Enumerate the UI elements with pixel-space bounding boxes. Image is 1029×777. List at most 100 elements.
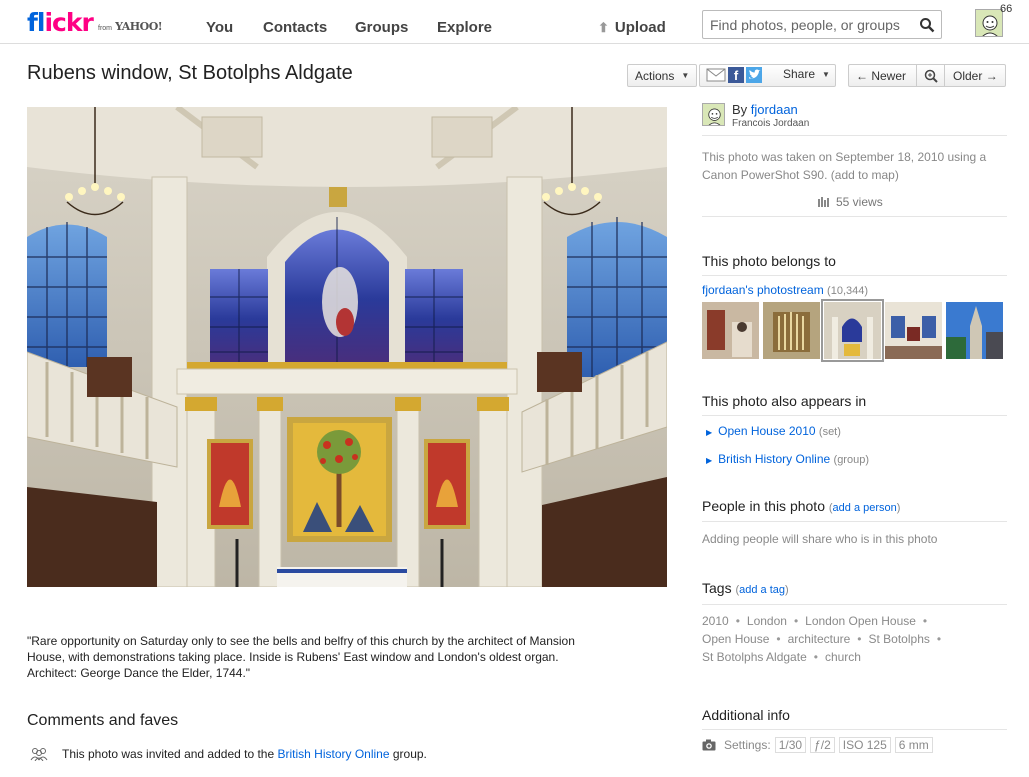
owner-username-link[interactable]: fjordaan — [751, 102, 798, 117]
older-button[interactable]: Older → — [945, 65, 998, 86]
camera-icon — [702, 739, 716, 751]
owner-byline: By fjordaan — [732, 102, 798, 117]
taken-date[interactable]: September 18, 2010 — [835, 150, 944, 164]
people-note: Adding people will share who is in this … — [702, 532, 938, 546]
newer-button[interactable]: ← Newer — [849, 65, 917, 86]
arrow-right-icon: → — [985, 68, 998, 83]
chevron-down-icon: ▼ — [681, 71, 690, 80]
main-photo[interactable] — [27, 107, 667, 587]
divider — [702, 275, 1007, 276]
taken-info: This photo was taken on September 18, 20… — [702, 148, 1007, 184]
camera-settings: Settings: 1/30 ƒ/2 ISO 125 6 mm — [702, 737, 933, 753]
tag-list: 2010 • London • London Open House • Open Hous… — [702, 614, 942, 664]
tags-heading-row: Tags (add a tag) — [702, 580, 789, 596]
group-icon — [30, 748, 48, 761]
people-heading: People in this photo — [702, 498, 825, 514]
flickr-logo[interactable]: flickr — [27, 8, 94, 37]
nav-you[interactable]: You — [206, 19, 233, 36]
share-label: Share — [783, 67, 816, 81]
nav-contacts[interactable]: Contacts — [263, 19, 327, 36]
newer-label: Newer — [871, 68, 907, 83]
divider — [702, 135, 1007, 136]
nav-groups[interactable]: Groups — [355, 19, 408, 36]
group-link[interactable]: British History Online — [277, 747, 389, 761]
tag-item[interactable]: London — [747, 614, 787, 628]
photostream-link[interactable]: fjordaan's photostream — [702, 283, 824, 297]
divider — [702, 521, 1007, 522]
arrow-left-icon: ← — [856, 68, 868, 83]
yahoo-brand: from YAHOO! — [98, 20, 163, 33]
owner-realname: Francois Jordaan — [732, 118, 810, 129]
invite-suffix: group. — [389, 747, 427, 761]
shutter-value: 1/30 — [774, 737, 807, 753]
zoom-icon — [924, 69, 938, 83]
group-type: (group) — [833, 454, 869, 466]
upload-arrow-icon: ⬆ — [598, 19, 609, 35]
search-input[interactable] — [710, 17, 910, 33]
people-heading-row: People in this photo (add a person) — [702, 498, 901, 514]
taken-end: ) — [894, 168, 899, 182]
group-link[interactable]: British History Online — [718, 452, 830, 466]
photo-description: "Rare opportunity on Saturday only to se… — [27, 634, 575, 680]
iso-value: ISO 125 — [838, 737, 891, 753]
email-icon[interactable] — [706, 67, 726, 83]
actions-menu-button[interactable]: Actions ▼ — [627, 64, 698, 87]
upload-label: Upload — [614, 19, 666, 36]
comments-heading: Comments and faves — [27, 712, 179, 729]
tag-item[interactable]: St Botolphs — [869, 632, 930, 646]
appears-heading: This photo also appears in — [702, 393, 867, 409]
taken-middle: using a — [944, 150, 987, 164]
views-icon — [818, 197, 829, 207]
view-count: 55 views — [818, 195, 883, 209]
chevron-down-icon: ▼ — [822, 69, 830, 79]
tag-item[interactable]: church — [825, 650, 861, 664]
taken-prefix: This photo was taken on — [702, 150, 836, 164]
add-to-map-link[interactable]: add to map — [835, 168, 895, 182]
tag-item[interactable]: architecture — [788, 632, 851, 646]
photostream-thumbnails — [702, 299, 1003, 362]
tag-item[interactable]: 2010 — [702, 614, 729, 628]
tag-item[interactable]: Open House — [702, 632, 769, 646]
additional-heading: Additional info — [702, 707, 790, 723]
facebook-icon[interactable]: f — [728, 67, 744, 83]
zoom-button[interactable] — [917, 65, 945, 86]
thumbnail[interactable] — [946, 302, 1003, 359]
owner-avatar[interactable] — [702, 103, 725, 126]
views-label: 55 views — [836, 195, 883, 209]
camera-link[interactable]: Canon PowerShot S90 — [702, 168, 824, 182]
share-icons: f — [706, 67, 762, 83]
older-label: Older — [953, 68, 983, 83]
upload-button[interactable]: ⬆ Upload — [598, 19, 666, 36]
group-invite-note: This photo was invited and added to the … — [30, 747, 427, 761]
set-item: ▶ Open House 2010 (set) — [706, 424, 841, 438]
settings-label: Settings: — [724, 738, 771, 752]
user-avatar[interactable] — [975, 9, 1003, 37]
taken-suffix: . ( — [824, 168, 835, 182]
nav-explore[interactable]: Explore — [437, 19, 492, 36]
thumbnail-current[interactable] — [821, 299, 884, 362]
belongs-heading: This photo belongs to — [702, 253, 836, 269]
top-navigation: flickr from YAHOO! You Contacts Groups E… — [0, 0, 1029, 44]
thumbnail[interactable] — [702, 302, 759, 359]
triangle-right-icon: ▶ — [706, 428, 713, 437]
divider — [702, 216, 1007, 217]
focal-value: 6 mm — [894, 737, 933, 753]
tag-item[interactable]: St Botolphs Aldgate — [702, 650, 807, 664]
by-label: By — [732, 102, 748, 117]
divider — [702, 604, 1007, 605]
thumbnail[interactable] — [885, 302, 942, 359]
add-person-link[interactable]: add a person — [833, 502, 897, 514]
group-item: ▶ British History Online (group) — [706, 452, 869, 466]
divider — [702, 729, 1007, 730]
tag-item[interactable]: London Open House — [805, 614, 916, 628]
share-menu-button[interactable]: Share ▼ — [783, 67, 830, 81]
twitter-icon[interactable] — [746, 67, 762, 83]
page-title: Rubens window, St Botolphs Aldgate — [27, 62, 353, 84]
notification-count[interactable]: 66 — [1000, 3, 1012, 15]
thumbnail[interactable] — [763, 302, 820, 359]
aperture-value: ƒ/2 — [810, 737, 835, 753]
photostream-count: (10,344) — [827, 285, 869, 297]
add-tag-link[interactable]: add a tag — [739, 584, 785, 596]
set-link[interactable]: Open House 2010 — [718, 424, 815, 438]
search-icon[interactable] — [919, 17, 935, 33]
